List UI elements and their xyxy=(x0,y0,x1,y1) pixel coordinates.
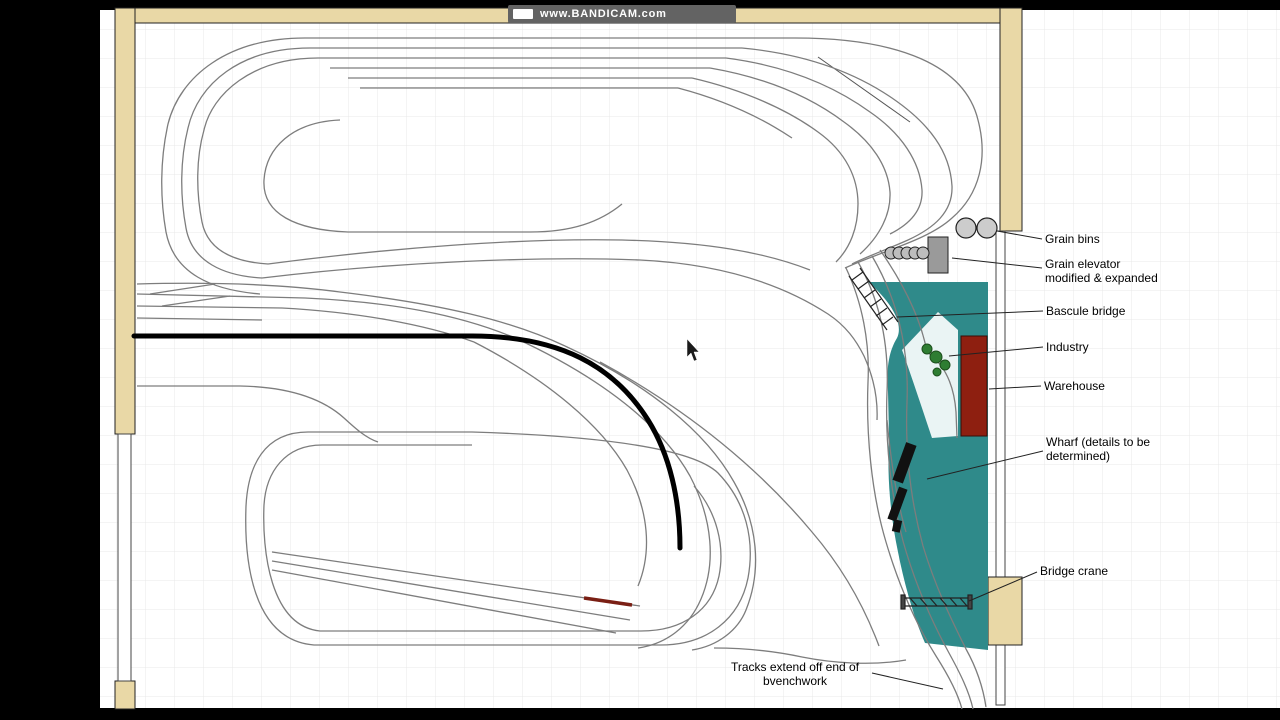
screen: www.BANDICAM.com Grain bins Grain elevat… xyxy=(0,0,1280,720)
warehouse-shape xyxy=(960,335,988,437)
liftout-section xyxy=(117,433,132,682)
label-warehouse: Warehouse xyxy=(1044,379,1105,393)
plan-canvas xyxy=(100,10,1280,708)
label-wharf: Wharf (details to be determined) xyxy=(1046,435,1151,463)
bandicam-watermark: www.BANDICAM.com xyxy=(508,5,736,23)
label-tracks-note: Tracks extend off end of bvenchwork xyxy=(730,660,860,688)
watermark-text: www.BANDICAM.com xyxy=(540,8,667,20)
watermark-badge xyxy=(513,9,533,19)
label-industry: Industry xyxy=(1046,340,1089,354)
track-plan-svg xyxy=(100,7,1280,710)
label-grain-elevator: Grain elevator modified & expanded xyxy=(1045,257,1158,285)
label-grain-bins: Grain bins xyxy=(1045,232,1100,246)
crane-benchwork-block xyxy=(987,576,1023,646)
label-bascule-bridge: Bascule bridge xyxy=(1046,304,1126,318)
label-bridge-crane: Bridge crane xyxy=(1040,564,1109,578)
silo-row-icon xyxy=(884,246,930,260)
